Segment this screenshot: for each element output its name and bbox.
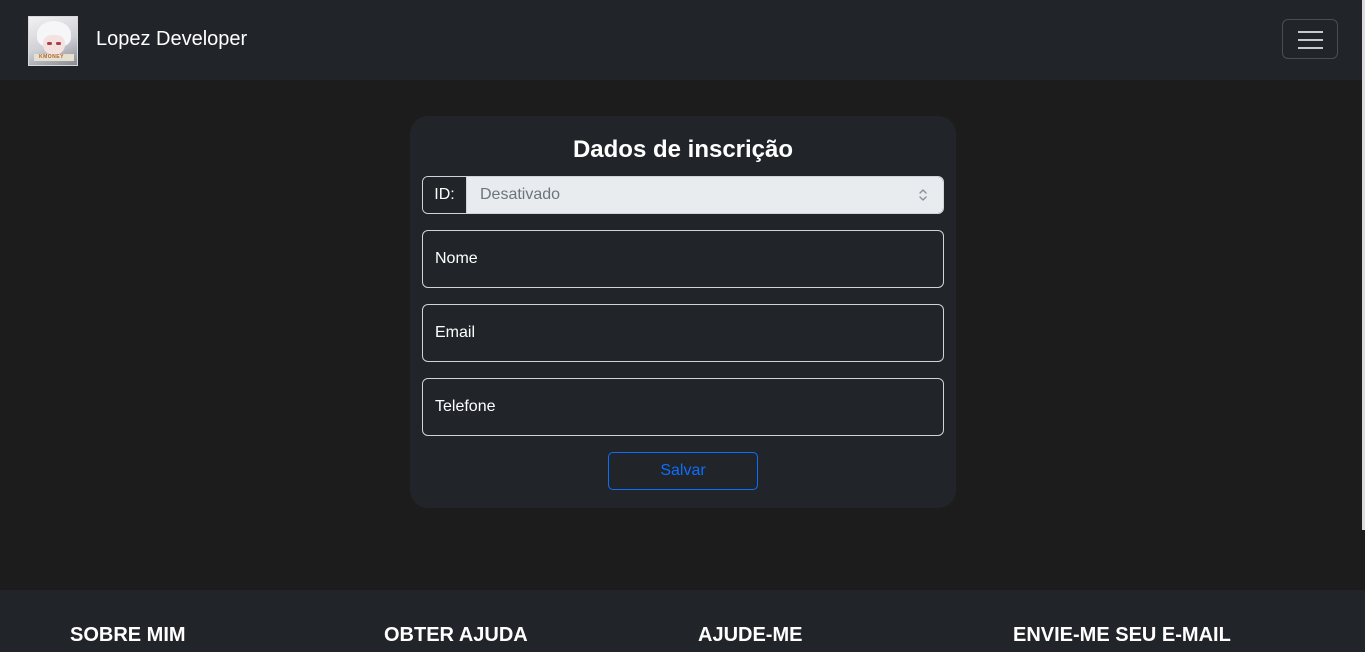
form-title: Dados de inscrição (572, 136, 794, 163)
avatar[interactable]: KMONEY (28, 16, 78, 66)
name-field-placeholder: Nome (435, 250, 478, 267)
phone-field[interactable]: Telefone (422, 378, 944, 436)
hamburger-icon (1298, 31, 1323, 33)
top-navbar: KMONEY Lopez Developer (0, 0, 1362, 80)
save-button[interactable]: Salvar (608, 452, 758, 490)
footer-heading-about: SOBRE MIM (70, 624, 186, 646)
id-select[interactable]: Desativado (467, 177, 943, 213)
phone-field-placeholder: Telefone (435, 398, 496, 415)
name-field[interactable]: Nome (422, 230, 944, 288)
footer: SOBRE MIM OBTER AJUDA AJUDE-ME ENVIE-ME … (0, 590, 1365, 652)
footer-heading-email: ENVIE-ME SEU E-MAIL (1013, 624, 1231, 646)
registration-card: Dados de inscrição ID: Desativado Nome E… (410, 116, 956, 508)
avatar-text: KMONEY (39, 54, 64, 60)
email-field-placeholder: Email (435, 324, 476, 341)
brand-link[interactable]: Lopez Developer (96, 27, 247, 51)
chevron-updown-icon (919, 189, 927, 201)
email-field[interactable]: Email (422, 304, 944, 362)
footer-heading-help: OBTER AJUDA (384, 624, 528, 646)
menu-toggle-button[interactable] (1282, 19, 1338, 59)
id-select-value: Desativado (480, 186, 561, 203)
id-label: ID: (423, 177, 467, 213)
id-input-group: ID: Desativado (422, 176, 944, 214)
footer-heading-support: AJUDE-ME (698, 624, 803, 646)
